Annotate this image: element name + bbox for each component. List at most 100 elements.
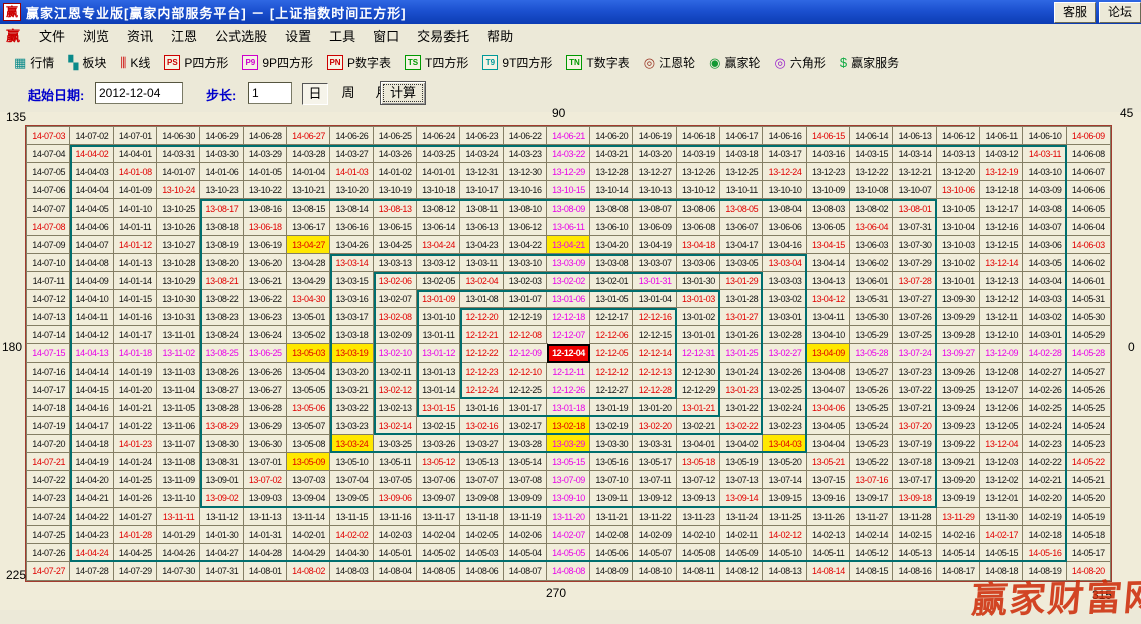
date-cell[interactable]: 13-04-07 [807, 381, 850, 399]
date-cell[interactable]: 14-06-06 [1067, 181, 1110, 199]
date-cell[interactable]: 13-09-17 [850, 489, 893, 507]
date-cell[interactable]: 14-04-18 [70, 435, 113, 453]
date-cell[interactable]: 13-01-05 [590, 290, 633, 308]
date-cell[interactable]: 13-12-20 [937, 163, 980, 181]
date-cell[interactable]: 13-08-07 [633, 199, 676, 217]
date-cell[interactable]: 14-03-24 [460, 145, 503, 163]
date-cell[interactable]: 13-12-27 [633, 163, 676, 181]
date-cell[interactable]: 13-05-15 [547, 453, 590, 471]
date-cell[interactable]: 13-05-19 [720, 453, 763, 471]
date-cell[interactable]: 14-04-25 [114, 544, 157, 562]
date-cell[interactable]: 13-03-05 [720, 254, 763, 272]
date-cell[interactable]: 13-12-21 [893, 163, 936, 181]
date-cell[interactable]: 13-06-25 [244, 344, 287, 362]
date-cell[interactable]: 13-10-28 [157, 254, 200, 272]
date-cell[interactable]: 14-04-27 [200, 544, 243, 562]
date-cell[interactable]: 13-12-05 [980, 417, 1023, 435]
date-cell[interactable]: 13-06-06 [763, 218, 806, 236]
menu-item-资讯[interactable]: 资讯 [118, 29, 162, 44]
date-cell[interactable]: 13-05-23 [850, 435, 893, 453]
date-cell[interactable]: 13-06-28 [244, 399, 287, 417]
date-cell[interactable]: 14-08-14 [807, 562, 850, 580]
date-cell[interactable]: 13-04-18 [677, 236, 720, 254]
date-cell[interactable]: 13-02-26 [763, 363, 806, 381]
date-cell[interactable]: 13-03-26 [417, 435, 460, 453]
date-cell[interactable]: 13-08-24 [200, 326, 243, 344]
date-cell[interactable]: 13-09-07 [417, 489, 460, 507]
date-cell[interactable]: 13-04-15 [807, 236, 850, 254]
date-cell[interactable]: 14-08-19 [1023, 562, 1066, 580]
date-cell[interactable]: 14-04-16 [70, 399, 113, 417]
date-cell[interactable]: 13-06-24 [244, 326, 287, 344]
date-cell[interactable]: 14-06-11 [980, 127, 1023, 145]
date-cell[interactable]: 14-08-03 [330, 562, 373, 580]
date-cell[interactable]: 13-03-25 [374, 435, 417, 453]
date-cell[interactable]: 13-10-09 [807, 181, 850, 199]
date-cell[interactable]: 14-03-07 [1023, 218, 1066, 236]
date-cell[interactable]: 13-11-06 [157, 417, 200, 435]
date-cell[interactable]: 13-06-05 [807, 218, 850, 236]
date-cell[interactable]: 14-07-17 [27, 381, 70, 399]
date-cell[interactable]: 13-04-05 [807, 417, 850, 435]
date-cell[interactable]: 14-07-05 [27, 163, 70, 181]
date-cell[interactable]: 14-05-04 [504, 544, 547, 562]
date-cell[interactable]: 13-09-19 [937, 489, 980, 507]
date-cell[interactable]: 13-05-09 [287, 453, 330, 471]
date-cell[interactable]: 14-01-22 [114, 417, 157, 435]
date-cell[interactable]: 14-04-02 [70, 145, 113, 163]
date-cell[interactable]: 14-03-25 [417, 145, 460, 163]
date-cell[interactable]: 14-01-28 [114, 526, 157, 544]
date-cell[interactable]: 13-08-22 [200, 290, 243, 308]
date-cell[interactable]: 13-01-13 [417, 363, 460, 381]
date-cell[interactable]: 13-09-26 [937, 363, 980, 381]
date-cell[interactable]: 14-08-16 [893, 562, 936, 580]
toolbar-item-sectors[interactable]: ▚板块 [68, 54, 106, 71]
date-cell[interactable]: 13-07-30 [893, 236, 936, 254]
date-cell[interactable]: 14-04-23 [70, 526, 113, 544]
date-cell[interactable]: 13-12-13 [980, 272, 1023, 290]
date-cell[interactable]: 13-12-24 [763, 163, 806, 181]
date-cell[interactable]: 13-06-19 [244, 236, 287, 254]
date-cell[interactable]: 13-07-13 [720, 471, 763, 489]
date-cell[interactable]: 13-01-23 [720, 381, 763, 399]
date-cell[interactable]: 14-05-23 [1067, 435, 1110, 453]
date-cell[interactable]: 13-09-20 [937, 471, 980, 489]
date-cell[interactable]: 13-02-28 [763, 326, 806, 344]
date-cell[interactable]: 14-06-25 [374, 127, 417, 145]
date-cell[interactable]: 13-09-29 [937, 308, 980, 326]
date-cell[interactable]: 13-04-24 [417, 236, 460, 254]
date-cell[interactable]: 13-05-28 [850, 344, 893, 362]
date-cell[interactable]: 14-05-15 [980, 544, 1023, 562]
date-cell[interactable]: 13-09-18 [893, 489, 936, 507]
date-cell[interactable]: 13-01-24 [720, 363, 763, 381]
date-cell[interactable]: 14-01-18 [114, 344, 157, 362]
date-cell[interactable]: 13-02-20 [633, 417, 676, 435]
date-cell[interactable]: 14-06-12 [937, 127, 980, 145]
date-cell[interactable]: 13-11-29 [937, 508, 980, 526]
date-cell[interactable]: 14-03-05 [1023, 254, 1066, 272]
date-cell[interactable]: 13-08-14 [330, 199, 373, 217]
date-cell[interactable]: 14-03-02 [1023, 308, 1066, 326]
date-cell[interactable]: 14-05-29 [1067, 326, 1110, 344]
date-cell[interactable]: 14-01-23 [114, 435, 157, 453]
date-cell[interactable]: 14-08-10 [633, 562, 676, 580]
date-cell[interactable]: 13-01-03 [677, 290, 720, 308]
date-cell[interactable]: 13-12-29 [547, 163, 590, 181]
date-cell[interactable]: 14-07-16 [27, 363, 70, 381]
date-cell[interactable]: 13-07-20 [893, 417, 936, 435]
date-cell[interactable]: 13-01-04 [633, 290, 676, 308]
date-cell[interactable]: 14-02-27 [1023, 363, 1066, 381]
date-cell[interactable]: 13-07-29 [893, 254, 936, 272]
menu-item-窗口[interactable]: 窗口 [364, 29, 408, 44]
start-date-input[interactable] [95, 82, 183, 104]
date-cell[interactable]: 13-10-02 [937, 254, 980, 272]
date-cell[interactable]: 13-05-01 [287, 308, 330, 326]
date-cell[interactable]: 13-08-21 [200, 272, 243, 290]
date-cell[interactable]: 13-04-20 [590, 236, 633, 254]
date-cell[interactable]: 13-10-31 [157, 308, 200, 326]
date-cell[interactable]: 13-01-22 [720, 399, 763, 417]
date-cell[interactable]: 13-09-16 [807, 489, 850, 507]
date-cell[interactable]: 14-03-20 [633, 145, 676, 163]
date-cell[interactable]: 14-01-25 [114, 471, 157, 489]
menu-item-江恩[interactable]: 江恩 [162, 29, 206, 44]
